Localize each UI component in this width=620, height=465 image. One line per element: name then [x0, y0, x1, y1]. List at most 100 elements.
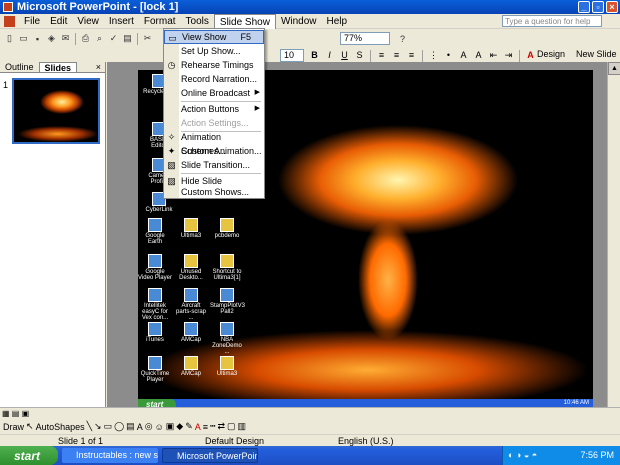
design-button[interactable]: Design [537, 49, 565, 59]
menu-item-set-up-show[interactable]: Set Up Show... [164, 44, 264, 58]
clipart-icon[interactable]: ☺ [155, 422, 164, 432]
increase-indent-icon[interactable]: ⇥ [502, 49, 515, 62]
wordart-icon[interactable]: A [137, 422, 143, 432]
submenu-arrow-icon: ▶ [254, 89, 260, 96]
tray-icons[interactable]: ◐ ◑ ◒ ◓ [508, 450, 537, 460]
shadow-style-icon[interactable]: ▢ [227, 421, 236, 432]
arrow-style-icon[interactable]: ⇄ [217, 421, 225, 432]
rectangle-icon[interactable]: ▭ [104, 421, 113, 432]
diagram-icon[interactable]: ◎ [145, 421, 153, 432]
draw-menu[interactable]: Draw [3, 422, 24, 432]
minimize-button[interactable]: _ [578, 1, 590, 13]
cut-icon[interactable]: ✂ [141, 32, 154, 45]
desktop-icon-label: Aircraft parts-scrap ... [175, 303, 206, 321]
arrow-icon[interactable]: ↘ [94, 421, 102, 432]
maximize-button[interactable]: ▫ [592, 1, 604, 13]
picture-icon[interactable]: ▣ [166, 421, 175, 432]
scroll-up-icon[interactable]: ▲ [608, 62, 620, 75]
align-right-icon[interactable]: ≡ [405, 49, 418, 62]
close-icon[interactable]: × [96, 62, 101, 72]
new-icon[interactable]: ▯ [3, 32, 16, 45]
zoom-select[interactable]: 77% [340, 32, 390, 45]
desktop-icon-label: CyberLink [145, 207, 173, 213]
menu-item-custom-animation[interactable]: ✦ Custom Animation... [164, 144, 264, 158]
line-style-icon[interactable]: ≡ [203, 422, 208, 432]
research-icon[interactable]: ▤ [121, 32, 134, 45]
help-search-input[interactable]: Type a question for help [502, 15, 602, 27]
print-icon[interactable]: ⎙ [79, 32, 92, 45]
menu-item-slide-transition[interactable]: ▧ Slide Transition... [164, 158, 264, 172]
email-icon[interactable]: ✉ [59, 32, 72, 45]
folder-icon [184, 356, 198, 370]
menu-help[interactable]: Help [322, 14, 353, 29]
increase-font-icon[interactable]: A [457, 49, 470, 62]
oval-icon[interactable]: ◯ [114, 421, 124, 432]
italic-icon[interactable]: I [323, 49, 336, 62]
menu-insert[interactable]: Insert [104, 14, 139, 29]
save-icon[interactable]: ▪ [31, 32, 44, 45]
status-design: Default Design [205, 436, 265, 446]
fill-color-icon[interactable]: ◆ [176, 421, 183, 432]
slide-thumbnail[interactable] [12, 78, 100, 144]
menu-item-custom-shows[interactable]: Custom Shows... [164, 186, 264, 198]
3d-style-icon[interactable]: ▥ [238, 421, 247, 432]
menu-format[interactable]: Format [139, 14, 181, 29]
new-slide-button[interactable]: New Slide [576, 49, 617, 59]
desktop-icon-label: QuickTime Player [140, 371, 170, 383]
drawing-toolbar: Draw ↖ AutoShapes ╲ ↘ ▭ ◯ ▤ A ◎ ☺ ▣ ◆ ✎ … [0, 419, 620, 434]
menu-tools[interactable]: Tools [181, 14, 214, 29]
toolbar-separator [519, 49, 520, 62]
menu-slide-show[interactable]: Slide Show [213, 13, 276, 29]
windows-taskbar: start Instructables : new st... Microsof… [0, 446, 620, 465]
hide-slide-icon: ▨ [167, 176, 176, 186]
app-icon [148, 254, 162, 268]
permission-icon[interactable]: ◈ [45, 32, 58, 45]
window-title: Microsoft PowerPoint - [lock 1] [17, 1, 179, 13]
menu-item-rehearse-timings[interactable]: ◷ Rehearse Timings [164, 58, 264, 72]
line-color-icon[interactable]: ✎ [185, 421, 193, 432]
start-button[interactable]: start [0, 446, 58, 465]
textbox-icon[interactable]: ▤ [126, 421, 135, 432]
desktop-icon: Ultima3 [174, 218, 208, 239]
font-color-icon[interactable]: A [524, 49, 537, 62]
vertical-scrollbar[interactable]: ▲ [607, 62, 620, 407]
shadow-icon[interactable]: S [353, 49, 366, 62]
app-icon [220, 322, 234, 336]
menu-item-record-narration[interactable]: Record Narration... [164, 72, 264, 86]
menu-item-animation-schemes[interactable]: ✧ Animation Schemes... [164, 130, 264, 156]
open-icon[interactable]: ▭ [17, 32, 30, 45]
help-icon[interactable]: ? [396, 32, 409, 45]
numbering-icon[interactable]: ⋮ [427, 49, 440, 62]
view-mode-icons[interactable]: ▦ ▤ ▣ [2, 409, 29, 418]
menu-view[interactable]: View [72, 14, 104, 29]
line-icon[interactable]: ╲ [87, 421, 92, 432]
menu-item-view-show[interactable]: ▭ View Show F5 [164, 30, 264, 44]
tab-slides[interactable]: Slides [38, 62, 78, 73]
menu-item-online-broadcast[interactable]: Online Broadcast ▶ [164, 86, 264, 100]
bold-icon[interactable]: B [308, 49, 321, 62]
menu-edit[interactable]: Edit [45, 14, 72, 29]
dash-style-icon[interactable]: ┅ [210, 421, 215, 432]
app-icon [148, 218, 162, 232]
menu-file[interactable]: File [19, 14, 45, 29]
spelling-icon[interactable]: ✓ [107, 32, 120, 45]
taskbar-item-browser[interactable]: Instructables : new st... [62, 448, 158, 463]
pane-tabs: Outline Slides × [0, 62, 105, 73]
bullets-icon[interactable]: • [442, 49, 455, 62]
menu-window[interactable]: Window [276, 14, 322, 29]
underline-icon[interactable]: U [338, 49, 351, 62]
font-color-icon[interactable]: A [195, 422, 201, 432]
close-button[interactable]: × [606, 1, 618, 13]
decrease-indent-icon[interactable]: ⇤ [487, 49, 500, 62]
select-arrow-icon[interactable]: ↖ [26, 421, 34, 432]
menu-item-action-buttons[interactable]: Action Buttons ▶ [164, 102, 264, 116]
font-size-select[interactable]: 10 [280, 49, 304, 62]
taskbar-item-powerpoint[interactable]: Microsoft PowerPoint ... [162, 448, 258, 463]
print-preview-icon[interactable]: ⌕ [93, 32, 106, 45]
autoshapes-menu[interactable]: AutoShapes [36, 422, 85, 432]
align-left-icon[interactable]: ≡ [375, 49, 388, 62]
decrease-font-icon[interactable]: A [472, 49, 485, 62]
tab-outline[interactable]: Outline [0, 62, 39, 72]
desktop-icon-label: Shortcut to Ultima3[1] [212, 269, 242, 281]
align-center-icon[interactable]: ≡ [390, 49, 403, 62]
